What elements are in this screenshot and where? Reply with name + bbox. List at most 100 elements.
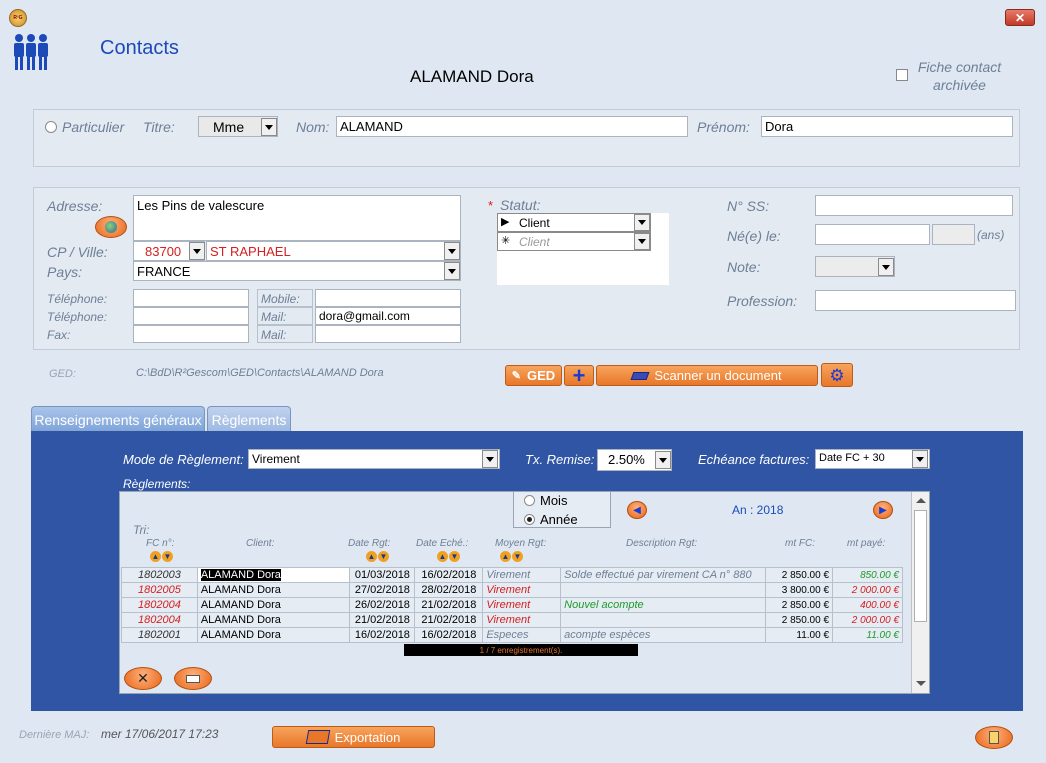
cell-fc[interactable]: 1802004 xyxy=(121,597,198,613)
cell-fc[interactable]: 1802004 xyxy=(121,612,198,628)
ged-add-button[interactable]: + xyxy=(564,364,594,386)
cell-client[interactable]: ALAMAND Dora xyxy=(196,567,351,583)
cell-mt-paye[interactable]: 2 000.00 € xyxy=(832,582,903,598)
scroll-up-icon[interactable] xyxy=(916,498,926,503)
cell-client[interactable]: ALAMAND Dora xyxy=(196,627,351,643)
mobile-field[interactable] xyxy=(315,289,461,307)
sort-up-icon[interactable]: ▲ xyxy=(437,551,448,562)
tab-renseignements[interactable]: Renseignements généraux xyxy=(31,406,205,432)
cell-moyen[interactable]: Virement xyxy=(482,567,562,583)
close-button[interactable]: ✕ xyxy=(1005,9,1035,26)
scroll-thumb[interactable] xyxy=(914,510,927,622)
cell-date-rgt[interactable]: 26/02/2018 xyxy=(349,597,416,613)
sort-date-rgt-button[interactable]: ▲ ▼ xyxy=(366,551,390,564)
mode-select[interactable]: Virement xyxy=(248,449,500,469)
ville-field[interactable]: ST RAPHAEL xyxy=(206,241,461,261)
previous-year-button[interactable]: ◀ xyxy=(627,501,647,519)
cell-date-ech[interactable]: 16/02/2018 xyxy=(414,627,484,643)
cell-mt-paye[interactable]: 11.00 € xyxy=(832,627,903,643)
scroll-down-icon[interactable] xyxy=(916,681,926,686)
mail2-field[interactable] xyxy=(315,325,461,343)
cell-description[interactable]: acompte espèces xyxy=(560,627,767,643)
cell-client[interactable]: ALAMAND Dora xyxy=(196,582,351,598)
mode-dropdown-icon[interactable] xyxy=(482,450,498,468)
table-row[interactable]: 1802004 ALAMAND Dora 26/02/2018 21/02/2018 V… xyxy=(121,597,903,613)
export-button[interactable]: Exportation xyxy=(272,726,435,748)
ville-dropdown-icon[interactable] xyxy=(444,242,460,260)
annee-radio[interactable] xyxy=(524,514,535,525)
profession-field[interactable] xyxy=(815,290,1016,311)
scan-settings-button[interactable]: ⚙ xyxy=(821,363,853,387)
cell-date-rgt[interactable]: 27/02/2018 xyxy=(349,582,416,598)
telephone2-field[interactable] xyxy=(133,307,249,325)
nom-field[interactable]: ALAMAND xyxy=(336,116,688,137)
cell-fc[interactable]: 1802003 xyxy=(121,567,198,583)
cp-dropdown-icon[interactable] xyxy=(189,242,205,260)
echeance-dropdown-icon[interactable] xyxy=(912,450,928,468)
cell-mt-fc[interactable]: 11.00 € xyxy=(765,627,834,643)
adresse-field[interactable]: Les Pins de valescure xyxy=(133,195,461,241)
cell-date-ech[interactable]: 28/02/2018 xyxy=(414,582,484,598)
sort-up-icon[interactable]: ▲ xyxy=(366,551,377,562)
cell-description[interactable]: Nouvel acompte xyxy=(560,597,767,613)
prenom-field[interactable]: Dora xyxy=(761,116,1013,137)
cell-description[interactable] xyxy=(560,612,767,628)
cell-description[interactable] xyxy=(560,582,767,598)
cell-date-rgt[interactable]: 16/02/2018 xyxy=(349,627,416,643)
birthdate-field[interactable] xyxy=(815,224,930,245)
cell-date-ech[interactable]: 21/02/2018 xyxy=(414,612,484,628)
ged-button[interactable]: ✎ GED xyxy=(505,365,562,386)
table-row[interactable]: 1802001 ALAMAND Dora 16/02/2018 16/02/2018 E… xyxy=(121,627,903,643)
next-year-button[interactable]: ▶ xyxy=(873,501,893,519)
cell-moyen[interactable]: Especes xyxy=(482,627,562,643)
cell-moyen[interactable]: Virement xyxy=(482,597,562,613)
sort-down-icon[interactable]: ▼ xyxy=(378,551,389,562)
cell-mt-paye[interactable]: 850.00 € xyxy=(832,567,903,583)
sort-down-icon[interactable]: ▼ xyxy=(449,551,460,562)
cell-fc[interactable]: 1802005 xyxy=(121,582,198,598)
map-globe-button[interactable] xyxy=(95,216,127,238)
remise-dropdown-icon[interactable] xyxy=(655,451,671,469)
delete-reglement-button[interactable]: ✕ xyxy=(124,667,162,690)
scan-document-button[interactable]: Scanner un document xyxy=(596,365,818,386)
table-row[interactable]: 1802005 ALAMAND Dora 27/02/2018 28/02/2018 V… xyxy=(121,582,903,598)
cell-mt-fc[interactable]: 2 850.00 € xyxy=(765,567,834,583)
statut-dropdown-icon[interactable] xyxy=(634,214,650,231)
cell-mt-fc[interactable]: 3 800.00 € xyxy=(765,582,834,598)
archived-checkbox[interactable] xyxy=(896,69,908,81)
statut-row[interactable]: ▶ Client xyxy=(497,213,651,232)
statut-new-row[interactable]: ✳ Client xyxy=(497,232,651,251)
cell-fc[interactable]: 1802001 xyxy=(121,627,198,643)
ss-field[interactable] xyxy=(815,195,1013,216)
sort-up-icon[interactable]: ▲ xyxy=(150,551,161,562)
cell-mt-paye[interactable]: 2 000.00 € xyxy=(832,612,903,628)
cell-moyen[interactable]: Virement xyxy=(482,612,562,628)
sort-down-icon[interactable]: ▼ xyxy=(162,551,173,562)
cell-mt-fc[interactable]: 2 850.00 € xyxy=(765,612,834,628)
cell-client[interactable]: ALAMAND Dora xyxy=(196,597,351,613)
sort-moyen-button[interactable]: ▲ ▼ xyxy=(500,551,524,564)
mail1-field[interactable]: dora@gmail.com xyxy=(315,307,461,325)
sort-date-ech-button[interactable]: ▲ ▼ xyxy=(437,551,461,564)
titre-dropdown-icon[interactable] xyxy=(261,118,277,136)
sort-down-icon[interactable]: ▼ xyxy=(512,551,523,562)
cell-description[interactable]: Solde effectué par virement CA n° 880 xyxy=(560,567,767,583)
exit-button[interactable] xyxy=(975,726,1013,749)
cell-client[interactable]: ALAMAND Dora xyxy=(196,612,351,628)
cell-mt-paye[interactable]: 400.00 € xyxy=(832,597,903,613)
cell-moyen[interactable]: Virement xyxy=(482,582,562,598)
sort-up-icon[interactable]: ▲ xyxy=(500,551,511,562)
cell-date-rgt[interactable]: 01/03/2018 xyxy=(349,567,416,583)
pays-dropdown-icon[interactable] xyxy=(444,262,460,280)
cell-date-ech[interactable]: 21/02/2018 xyxy=(414,597,484,613)
table-row[interactable]: 1802003 ALAMAND Dora 01/03/2018 16/02/2018 V… xyxy=(121,567,903,583)
cell-date-rgt[interactable]: 21/02/2018 xyxy=(349,612,416,628)
add-reglement-button[interactable] xyxy=(174,667,212,690)
telephone1-field[interactable] xyxy=(133,289,249,307)
particulier-radio[interactable] xyxy=(45,121,57,133)
tab-reglements[interactable]: Règlements xyxy=(207,406,291,432)
statut-new-dropdown-icon[interactable] xyxy=(634,233,650,250)
pays-field[interactable]: FRANCE xyxy=(133,261,461,281)
cell-mt-fc[interactable]: 2 850.00 € xyxy=(765,597,834,613)
cell-date-ech[interactable]: 16/02/2018 xyxy=(414,567,484,583)
